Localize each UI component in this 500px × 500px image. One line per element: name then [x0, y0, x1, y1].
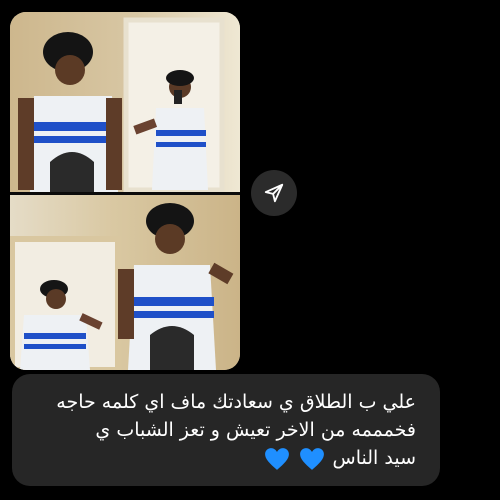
send-icon: [264, 183, 284, 203]
message-bubble[interactable]: علي ب الطلاق ي سعادتك ماف اي كلمه حاجه ف…: [12, 374, 440, 486]
blue-heart-icon: [299, 447, 324, 470]
message-line: علي ب الطلاق ي سعادتك ماف اي كلمه حاجه: [56, 391, 416, 413]
message-line: فخمممه من الاخر تعيش و تعز الشباب ي: [95, 419, 416, 441]
photo-bottom-scene: [10, 203, 234, 370]
photo-top[interactable]: [10, 12, 240, 192]
blue-heart-icon: [265, 447, 290, 470]
photo-top-scene: [18, 17, 225, 192]
shared-photo-card[interactable]: [10, 12, 240, 370]
message-text: سيد الناس: [332, 447, 416, 469]
share-button[interactable]: [251, 170, 297, 216]
message-line-with-emoji: سيد الناس: [32, 444, 416, 472]
photo-bottom[interactable]: [10, 195, 240, 370]
